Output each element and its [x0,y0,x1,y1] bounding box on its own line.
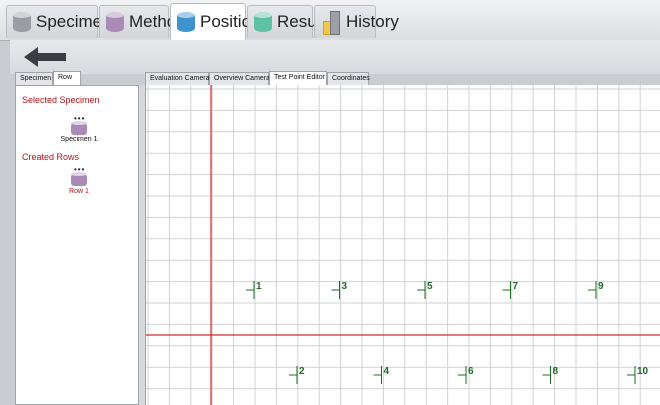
tab-evaluation-camera[interactable]: Evaluation Camera [145,72,210,85]
left-panel: Selected Specimen ••• Specimen 1 Created… [15,85,139,405]
toolbar [10,40,660,74]
test-point-editor-canvas[interactable]: 1 3 5 7 9 2 4 6 8 10 [145,85,660,405]
tab-left-specimen[interactable]: Specimen [15,72,53,85]
blue-cylinder-icon [177,12,195,32]
tab-position[interactable]: Position [170,3,260,40]
test-point-label-10: 10 [637,366,649,377]
test-point-label-8: 8 [553,366,559,377]
tab-coordinates[interactable]: Coordinates [327,72,370,85]
test-point-label-3: 3 [342,281,348,292]
test-point-grid[interactable]: 1 3 5 7 9 2 4 6 8 10 [146,85,660,405]
tab-overview-camera[interactable]: Overview Camera [209,72,270,85]
specimen-icon[interactable] [71,121,87,135]
selected-specimen-title: Selected Specimen [22,95,100,105]
main-tab-bar: Specimen Method Position Result History [0,0,660,41]
back-arrow-icon[interactable] [24,47,68,67]
test-point-label-9: 9 [598,281,604,292]
tab-history[interactable]: History [314,5,399,38]
test-point-label-1: 1 [256,281,262,292]
test-point-label-4: 4 [384,366,390,377]
history-icon [321,11,341,35]
tab-test-point-editor[interactable]: Test Point Editor [269,71,327,86]
gray-cylinder-icon [13,12,31,32]
purple-cylinder-icon [106,12,124,32]
green-cylinder-icon [254,12,272,32]
test-point-label-6: 6 [468,366,474,377]
specimen-label[interactable]: Specimen 1 [49,136,109,143]
tab-left-row[interactable]: Row [53,71,81,86]
test-point-label-7: 7 [513,281,519,292]
created-rows-title: Created Rows [22,152,80,162]
row-label[interactable]: Row 1 [49,188,109,195]
tab-method[interactable]: Method [99,5,186,38]
tab-result[interactable]: Result [247,5,325,38]
row-icon[interactable] [71,172,87,186]
tab-history-label: History [346,12,399,31]
test-point-label-2: 2 [299,366,305,377]
tab-specimen[interactable]: Specimen [6,5,112,38]
test-point-label-5: 5 [427,281,433,292]
